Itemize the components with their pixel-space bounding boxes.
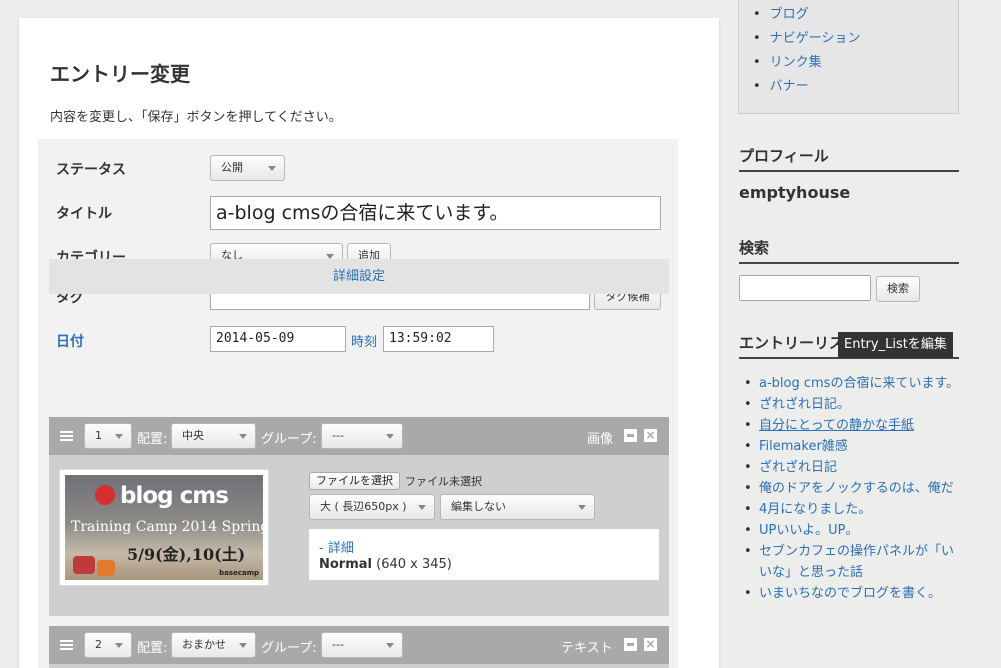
chevron-down-icon	[115, 434, 123, 439]
unit-image: 1 配置: 中央 グループ: --- 画像 × blog cms Trainin…	[49, 417, 669, 616]
image-detail-box: - 詳細 Normal (640 x 345)	[309, 529, 659, 580]
sidebar-menu-box: ブログ ナビゲーション リンク集 バナー	[738, 0, 959, 114]
main-panel: エントリー変更 内容を変更し、「保存」ボタンを押してください。 ステータス 公開…	[19, 18, 719, 668]
group-select[interactable]: ---	[321, 632, 403, 658]
list-item[interactable]: 自分にとっての静かな手紙	[742, 415, 962, 436]
group-value: ---	[332, 638, 344, 651]
status-label: ステータス	[56, 162, 126, 178]
unit-order-select[interactable]: 2	[84, 632, 132, 658]
chair-shape	[73, 556, 95, 574]
title-input[interactable]: a-blog cmsの合宿に来ています。	[210, 196, 661, 230]
unit-order-value: 1	[95, 429, 102, 442]
align-label: 配置:	[137, 432, 168, 447]
image-size-value: 大 ( 長辺650px )	[320, 500, 407, 513]
thumbnail-camp-text: Training Camp 2014 Spring	[71, 519, 263, 535]
unit-text: 2 配置: おまかせ グループ: --- テキスト ×	[49, 626, 669, 668]
thumbnail-date-text: 5/9(金),10(土)	[127, 545, 246, 564]
thumbnail-logo-text: blog cms	[120, 483, 229, 509]
chevron-down-icon	[418, 505, 426, 510]
size-name: Normal	[319, 557, 372, 572]
logo-mark	[95, 485, 115, 505]
detail-toggle-link[interactable]: - 詳細	[319, 537, 354, 556]
list-item[interactable]: ざれざれ日記	[742, 457, 962, 478]
title-label: タイトル	[56, 206, 112, 222]
time-label[interactable]: 時刻	[351, 331, 377, 350]
align-label: 配置:	[137, 641, 168, 656]
search-heading: 検索	[739, 237, 959, 264]
list-item[interactable]: ざれざれ日記。	[742, 394, 962, 415]
page-description: 内容を変更し、「保存」ボタンを押してください。	[50, 110, 342, 125]
minimize-icon[interactable]	[624, 429, 637, 442]
file-select-button[interactable]: ファイルを選択	[309, 472, 400, 490]
list-item[interactable]: 俺のドアをノックするのは、俺だ	[742, 478, 962, 499]
time-input[interactable]: 13:59:02	[383, 326, 494, 352]
list-item[interactable]: いまいちなのでブログを書く。	[742, 583, 962, 604]
search-input[interactable]	[739, 275, 871, 301]
list-item[interactable]: Filemaker雑感	[742, 436, 962, 457]
close-icon[interactable]: ×	[644, 429, 657, 442]
drag-handle-icon[interactable]	[60, 640, 73, 650]
group-value: ---	[332, 429, 344, 442]
chevron-down-icon	[386, 434, 394, 439]
chevron-down-icon	[268, 166, 276, 171]
sidebar-item-banner[interactable]: バナー	[753, 75, 860, 99]
chair-shape	[97, 560, 115, 576]
chevron-down-icon	[239, 643, 247, 648]
thumbnail-sponsor-text: basecamp	[219, 569, 259, 577]
unit-header: 1 配置: 中央 グループ: --- 画像 ×	[49, 417, 669, 455]
date-input[interactable]: 2014-05-09	[210, 326, 346, 352]
list-item[interactable]: a-blog cmsの合宿に来ています。	[742, 373, 962, 394]
align-select[interactable]: おまかせ	[171, 632, 256, 658]
drag-handle-icon[interactable]	[60, 431, 73, 441]
group-select[interactable]: ---	[321, 423, 403, 449]
image-thumbnail: blog cms Training Camp 2014 Spring 5/9(金…	[59, 469, 269, 586]
size-dims: (640 x 345)	[376, 557, 452, 572]
align-select[interactable]: 中央	[171, 423, 256, 449]
image-size-select[interactable]: 大 ( 長辺650px )	[309, 494, 435, 520]
unit-order-value: 2	[95, 638, 102, 651]
unit-header: 2 配置: おまかせ グループ: --- テキスト ×	[49, 626, 669, 664]
sidebar-item-navigation[interactable]: ナビゲーション	[753, 27, 861, 51]
date-label[interactable]: 日付	[56, 331, 84, 351]
profile-heading: プロフィール	[739, 145, 959, 172]
image-edit-value: 編集しない	[451, 500, 506, 513]
file-status: ファイル未選択	[405, 475, 482, 488]
profile-name: emptyhouse	[739, 183, 851, 202]
sidebar-item-links[interactable]: リンク集	[753, 51, 860, 75]
edit-entry-list-tooltip[interactable]: Entry_Listを編集	[838, 332, 953, 358]
chevron-down-icon	[115, 643, 123, 648]
group-label: グループ:	[261, 641, 317, 656]
status-select[interactable]: 公開	[210, 155, 285, 181]
status-value: 公開	[221, 161, 243, 174]
chevron-down-icon	[386, 643, 394, 648]
list-item[interactable]: セブンカフェの操作パネルが「いいな」と思った話	[742, 541, 962, 583]
chevron-down-icon	[239, 434, 247, 439]
unit-type-label: 画像	[587, 432, 614, 447]
align-value: 中央	[182, 429, 204, 442]
group-label: グループ:	[261, 432, 317, 447]
search-button[interactable]: 検索	[876, 276, 920, 302]
unit-order-select[interactable]: 1	[84, 423, 132, 449]
list-item[interactable]: 4月になりました。	[742, 499, 962, 520]
image-size-info: Normal (640 x 345)	[319, 557, 452, 572]
advanced-settings-toggle[interactable]: 詳細設定	[49, 259, 669, 294]
align-value: おまかせ	[182, 638, 226, 651]
close-icon[interactable]: ×	[644, 638, 657, 651]
entry-list: a-blog cmsの合宿に来ています。 ざれざれ日記。 自分にとっての静かな手…	[742, 373, 962, 604]
page-title: エントリー変更	[50, 62, 190, 86]
unit-type-label: テキスト	[561, 641, 613, 656]
list-item[interactable]: UPいいよ。UP。	[742, 520, 962, 541]
image-edit-select[interactable]: 編集しない	[440, 494, 595, 520]
minimize-icon[interactable]	[624, 638, 637, 651]
sidebar-item-blog[interactable]: ブログ	[753, 3, 860, 27]
chevron-down-icon	[578, 505, 586, 510]
sidebar-menu: ブログ ナビゲーション リンク集 バナー	[753, 3, 861, 99]
